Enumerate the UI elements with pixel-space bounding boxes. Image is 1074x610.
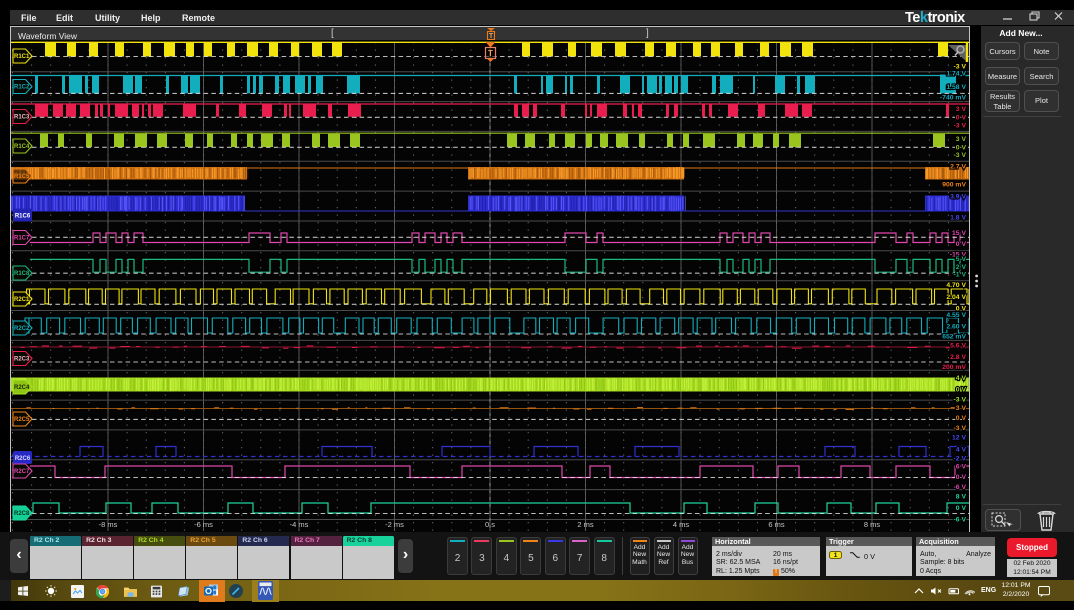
svg-text:0 V: 0 V [956, 386, 967, 393]
svg-text:900 mV: 900 mV [942, 181, 966, 188]
svg-text:R2C1: R2C1 [14, 297, 30, 303]
svg-text:0 s: 0 s [485, 520, 495, 529]
svg-text:R2C4: R2C4 [14, 385, 30, 391]
svg-text:-1 V: -1 V [954, 271, 967, 278]
svg-text:-3 V: -3 V [954, 425, 967, 432]
svg-text:0 V: 0 V [956, 114, 967, 121]
svg-text:4.55 V: 4.55 V [946, 312, 966, 319]
svg-text:3 V: 3 V [956, 106, 967, 113]
svg-text:R1C8: R1C8 [14, 271, 30, 277]
svg-text:15 V: 15 V [952, 230, 966, 237]
svg-text:R2C3: R2C3 [14, 357, 30, 363]
svg-text:2 V: 2 V [956, 264, 967, 271]
svg-text:T: T [488, 49, 493, 58]
svg-text:R1C4: R1C4 [14, 144, 30, 150]
svg-text:2 ms: 2 ms [577, 520, 594, 529]
svg-text:-2 V: -2 V [954, 455, 967, 462]
svg-text:4 V: 4 V [956, 375, 967, 382]
svg-text:2.60 V: 2.60 V [946, 323, 966, 330]
svg-text:-2 ms: -2 ms [385, 520, 404, 529]
svg-text:-3 V: -3 V [954, 122, 967, 129]
svg-text:4 ms: 4 ms [673, 520, 690, 529]
svg-text:-4 ms: -4 ms [290, 520, 309, 529]
svg-text:652 mV: 652 mV [942, 333, 966, 340]
svg-text:2.04 V: 2.04 V [946, 294, 966, 301]
svg-text:Tektronix: Tektronix [905, 10, 965, 26]
svg-text:8 ms: 8 ms [864, 520, 881, 529]
svg-text:-6 ms: -6 ms [194, 520, 213, 529]
svg-text:R1C2: R1C2 [14, 85, 30, 91]
svg-text:R1C5: R1C5 [14, 174, 30, 180]
svg-text:1.8 V: 1.8 V [950, 214, 966, 221]
svg-text:R2C2: R2C2 [14, 326, 30, 332]
svg-text:-6 V: -6 V [954, 484, 967, 491]
svg-text:12 V: 12 V [952, 434, 966, 441]
svg-text:3.9 V: 3.9 V [950, 193, 966, 200]
svg-text:-3 V: -3 V [954, 152, 967, 159]
svg-text:0 V: 0 V [956, 241, 967, 248]
svg-text:2.7 V: 2.7 V [950, 163, 966, 170]
svg-text:3 V: 3 V [956, 136, 967, 143]
svg-text:8 V: 8 V [956, 493, 967, 500]
svg-text:0 V: 0 V [956, 505, 967, 512]
svg-text:0 V: 0 V [956, 145, 967, 152]
svg-text:4.70 V: 4.70 V [946, 282, 966, 289]
svg-text:200 mV: 200 mV [942, 364, 966, 371]
svg-text:3 V: 3 V [956, 405, 967, 412]
svg-text:R1C6: R1C6 [15, 214, 31, 220]
svg-text:-3 V: -3 V [954, 63, 967, 70]
svg-text:6 ms: 6 ms [768, 520, 785, 529]
svg-text:-8 ms: -8 ms [99, 520, 118, 529]
svg-text:0 V: 0 V [956, 474, 967, 481]
svg-text:R2C8: R2C8 [14, 511, 30, 517]
svg-text:2.8 V: 2.8 V [950, 354, 966, 361]
svg-text:4 V: 4 V [956, 446, 967, 453]
svg-text:R2C6: R2C6 [15, 456, 31, 462]
svg-text:1.74 V: 1.74 V [946, 70, 966, 77]
svg-text:6 V: 6 V [956, 463, 967, 470]
svg-text:R1C1: R1C1 [14, 54, 30, 60]
svg-text:-6 V: -6 V [954, 516, 967, 523]
svg-text:5 V: 5 V [956, 256, 967, 263]
svg-text:T: T [489, 33, 494, 40]
svg-text:R1C3: R1C3 [14, 115, 30, 121]
svg-text:R2C7: R2C7 [14, 469, 30, 475]
svg-text:R1C7: R1C7 [14, 236, 30, 242]
svg-text:-740 mV: -740 mV [940, 94, 967, 101]
svg-text:-3 V: -3 V [954, 396, 967, 403]
svg-text:0 V: 0 V [956, 415, 967, 422]
svg-text:5.6 V: 5.6 V [950, 342, 966, 349]
svg-text:R2C5: R2C5 [14, 417, 30, 423]
svg-text:1.58 V: 1.58 V [946, 84, 966, 91]
